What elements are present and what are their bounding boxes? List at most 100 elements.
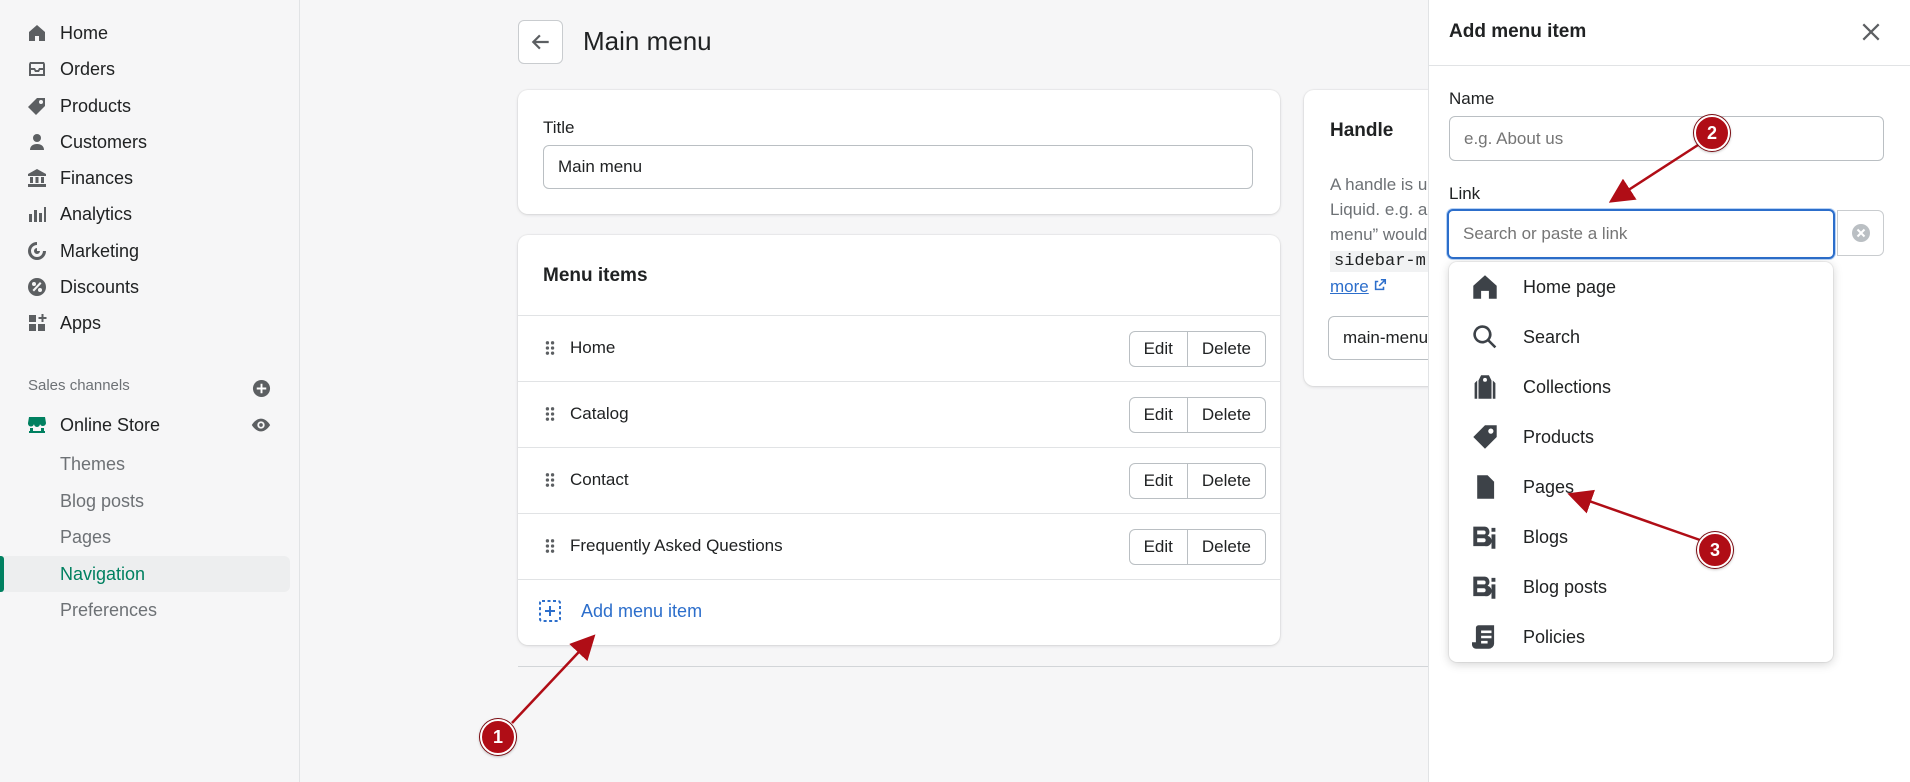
- add-menu-item-label: Add menu item: [581, 600, 703, 621]
- blog-icon: [1471, 523, 1499, 551]
- title-label: Title: [543, 118, 575, 137]
- sidebar-item-label: Home: [60, 22, 109, 43]
- edit-button[interactable]: Edit: [1128, 397, 1188, 433]
- drag-handle-icon[interactable]: [543, 339, 557, 357]
- link-option-search[interactable]: Search: [1449, 312, 1833, 362]
- link-option-blogs[interactable]: Blogs: [1449, 512, 1833, 562]
- link-option-label: Home page: [1523, 276, 1617, 297]
- sidebar-item-label: Apps: [60, 312, 102, 333]
- title-input[interactable]: Main menu: [543, 145, 1253, 189]
- page-icon: [1471, 473, 1499, 501]
- delete-button[interactable]: Delete: [1187, 529, 1266, 565]
- edit-button[interactable]: Edit: [1128, 529, 1188, 565]
- add-menu-item-button[interactable]: Add menu item: [538, 599, 702, 623]
- handle-heading: Handle: [1330, 120, 1394, 141]
- search-icon: [1471, 323, 1499, 351]
- menu-item-label: Catalog: [570, 404, 629, 423]
- add-dashed-box-icon: [539, 600, 561, 622]
- link-option-collections[interactable]: Collections: [1449, 362, 1833, 412]
- tag-icon: [1471, 423, 1499, 451]
- sidebar-item-apps[interactable]: Apps: [26, 307, 101, 339]
- arrow-left-icon: [531, 34, 549, 50]
- link-option-pages[interactable]: Pages: [1449, 462, 1833, 512]
- name-input[interactable]: [1449, 116, 1884, 161]
- plus-circle-icon: [252, 379, 270, 397]
- drag-handle-icon[interactable]: [543, 405, 557, 423]
- link-option-home-page[interactable]: Home page: [1449, 262, 1833, 312]
- menu-item-row: Catalog Edit Delete: [518, 381, 1280, 447]
- sidebar-item-home[interactable]: Home: [26, 17, 108, 49]
- title-card: Title Main menu: [518, 90, 1280, 214]
- menu-item-row: Frequently Asked Questions Edit Delete: [518, 513, 1280, 579]
- sidebar-subitem-pages[interactable]: Pages: [60, 522, 111, 552]
- delete-button[interactable]: Delete: [1187, 397, 1266, 433]
- sidebar-item-marketing[interactable]: Marketing: [26, 235, 139, 267]
- add-sales-channel-button[interactable]: [250, 377, 272, 399]
- annotation-badge: 2: [1694, 115, 1730, 151]
- delete-button[interactable]: Delete: [1187, 331, 1266, 367]
- sidebar-item-customers[interactable]: Customers: [26, 126, 147, 158]
- sidebar-subitem-blog-posts[interactable]: Blog posts: [60, 486, 144, 516]
- link-options-dropdown: Home page Search Collections Products Pa…: [1449, 262, 1833, 662]
- sidebar-item-online-store[interactable]: Online Store: [26, 409, 160, 441]
- link-option-label: Blogs: [1523, 526, 1569, 547]
- link-option-policies[interactable]: Policies: [1449, 612, 1833, 662]
- tag-icon: [26, 95, 48, 117]
- link-option-label: Policies: [1523, 626, 1586, 647]
- edit-button[interactable]: Edit: [1128, 331, 1188, 367]
- link-option-blog-posts[interactable]: Blog posts: [1449, 562, 1833, 612]
- link-option-products[interactable]: Products: [1449, 412, 1833, 462]
- home-icon: [26, 22, 48, 44]
- sidebar-subitem-themes[interactable]: Themes: [60, 449, 125, 479]
- sidebar-item-products[interactable]: Products: [26, 90, 131, 122]
- drag-handle-icon[interactable]: [543, 471, 557, 489]
- person-icon: [26, 131, 48, 153]
- annotation-arrow: [511, 634, 596, 724]
- link-search-input[interactable]: [1447, 209, 1835, 259]
- sidebar-item-discounts[interactable]: Discounts: [26, 271, 139, 303]
- link-option-label: Pages: [1523, 476, 1575, 497]
- sales-channels-heading: Sales channels: [28, 377, 130, 394]
- inbox-icon: [26, 58, 48, 80]
- clear-circle-icon: [1851, 224, 1870, 242]
- bar-chart-icon: [26, 203, 48, 225]
- learn-more-link[interactable]: more: [1330, 277, 1369, 296]
- sidebar-subitem-navigation[interactable]: Navigation: [60, 559, 145, 589]
- target-icon: [26, 240, 48, 262]
- link-option-label: Products: [1523, 426, 1595, 447]
- blog-icon: [1471, 573, 1499, 601]
- menu-items-heading: Menu items: [543, 265, 648, 286]
- annotation-badge: 1: [480, 719, 516, 755]
- sidebar-subitem-preferences[interactable]: Preferences: [60, 595, 157, 625]
- delete-button[interactable]: Delete: [1187, 463, 1266, 499]
- link-option-label: Blog posts: [1523, 576, 1608, 597]
- close-icon: [1862, 23, 1880, 41]
- sidebar-item-orders[interactable]: Orders: [26, 53, 115, 85]
- collections-icon: [1471, 373, 1499, 401]
- view-online-store-button[interactable]: [250, 414, 272, 436]
- menu-item-row: Home Edit Delete: [518, 315, 1280, 381]
- back-button[interactable]: [518, 20, 563, 64]
- menu-items-card: Menu items Home Edit Delete Catalog Edit…: [518, 235, 1280, 645]
- discount-icon: [26, 276, 48, 298]
- clear-link-button[interactable]: [1837, 210, 1884, 256]
- close-button[interactable]: [1854, 15, 1888, 49]
- annotation-badge: 3: [1697, 532, 1733, 568]
- active-item-indicator: [0, 556, 4, 592]
- sidebar-item-label: Orders: [60, 58, 116, 79]
- sidebar: Home Orders Products Customers Finances …: [0, 0, 300, 782]
- menu-item-label: Frequently Asked Questions: [570, 536, 783, 555]
- sidebar-item-analytics[interactable]: Analytics: [26, 198, 132, 230]
- edit-button[interactable]: Edit: [1128, 463, 1188, 499]
- sidebar-item-finances[interactable]: Finances: [26, 162, 133, 194]
- drag-handle-icon[interactable]: [543, 537, 557, 555]
- sidebar-item-label: Products: [60, 95, 132, 116]
- add-menu-item-row: Add menu item: [518, 579, 1280, 645]
- link-option-label: Collections: [1523, 376, 1612, 397]
- sidebar-item-label: Analytics: [60, 203, 133, 224]
- divider: [518, 666, 1428, 667]
- home-icon: [1471, 273, 1499, 301]
- name-label: Name: [1449, 89, 1495, 108]
- store-icon: [26, 414, 48, 436]
- apps-icon: [26, 312, 48, 334]
